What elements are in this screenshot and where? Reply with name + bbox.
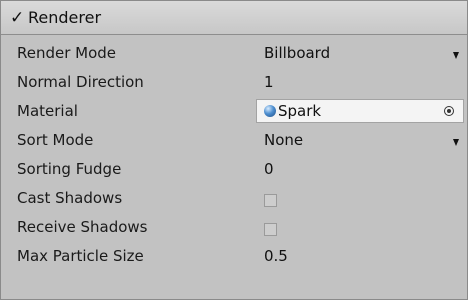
material-row: Material Spark [1,97,467,126]
normal-direction-field[interactable]: 1 [264,73,274,91]
sorting-fudge-label: Sorting Fudge [17,160,122,178]
render-mode-label: Render Mode [17,44,117,62]
max-particle-size-label: Max Particle Size [17,247,144,265]
renderer-panel: ✓ Renderer Render Mode Billboard Normal … [0,0,468,300]
material-object-field[interactable]: Spark [256,99,464,123]
material-name: Spark [278,102,322,120]
sorting-fudge-row: Sorting Fudge 0 [1,155,467,184]
receive-shadows-row: Receive Shadows [1,213,467,242]
normal-direction-row: Normal Direction 1 [1,68,467,97]
component-header: ✓ Renderer [1,1,467,35]
sort-mode-row: Sort Mode None [1,126,467,155]
max-particle-size-row: Max Particle Size 0.5 [1,242,467,271]
render-mode-row: Render Mode Billboard [1,39,467,68]
sort-mode-dropdown[interactable]: None [264,131,303,149]
material-label: Material [17,102,78,120]
object-picker-icon[interactable] [444,106,454,116]
component-title: Renderer [28,8,102,27]
sort-mode-label: Sort Mode [17,131,94,149]
render-mode-dropdown[interactable]: Billboard [264,44,330,62]
max-particle-size-field[interactable]: 0.5 [264,247,288,265]
dropdown-arrow-icon[interactable] [453,52,459,59]
sorting-fudge-field[interactable]: 0 [264,160,274,178]
receive-shadows-checkbox[interactable] [264,223,277,236]
normal-direction-label: Normal Direction [17,73,144,91]
cast-shadows-label: Cast Shadows [17,189,123,207]
material-sphere-icon [264,105,276,117]
cast-shadows-checkbox[interactable] [264,194,277,207]
component-enabled-checkbox[interactable]: ✓ [10,9,24,27]
receive-shadows-label: Receive Shadows [17,218,148,236]
dropdown-arrow-icon[interactable] [453,139,459,146]
cast-shadows-row: Cast Shadows [1,184,467,213]
